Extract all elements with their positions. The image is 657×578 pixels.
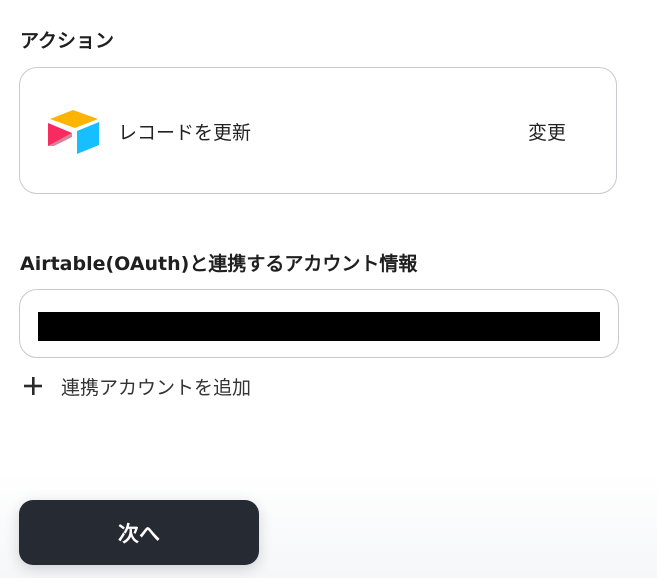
plus-icon <box>22 375 44 397</box>
add-account-button[interactable]: 連携アカウントを追加 <box>22 372 251 400</box>
redacted-account-value <box>38 312 600 341</box>
action-name: レコードを更新 <box>118 122 252 144</box>
account-select[interactable] <box>19 289 619 358</box>
next-button[interactable]: 次へ <box>19 500 259 565</box>
action-card: レコードを更新 変更 <box>19 67 617 194</box>
action-section-label: アクション <box>20 30 115 52</box>
airtable-icon <box>46 107 102 155</box>
account-section-label: Airtable(OAuth)と連携するアカウント情報 <box>20 253 418 275</box>
change-action-button[interactable]: 変更 <box>528 118 566 145</box>
add-account-label: 連携アカウントを追加 <box>61 376 252 399</box>
